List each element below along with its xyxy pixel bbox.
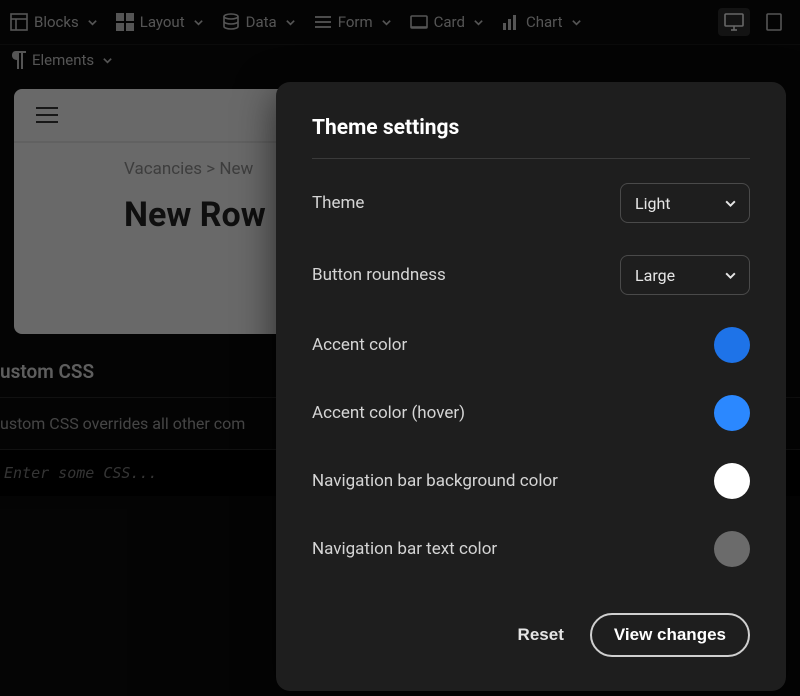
chart-icon: [502, 13, 520, 31]
chevron-down-icon: [473, 17, 484, 28]
nav-bg-row: Navigation bar background color: [312, 447, 750, 515]
toolbar-label: Elements: [32, 51, 94, 69]
desktop-icon: [724, 13, 744, 31]
toolbar-chart[interactable]: Chart: [502, 13, 582, 31]
roundness-label: Button roundness: [312, 265, 446, 285]
accent-hover-row: Accent color (hover): [312, 379, 750, 447]
toolbar-label: Form: [338, 13, 373, 31]
theme-select[interactable]: Light: [620, 183, 750, 223]
blocks-icon: [10, 13, 28, 31]
chevron-down-icon: [193, 17, 204, 28]
theme-select-value: Light: [635, 194, 671, 213]
chevron-down-icon: [724, 269, 737, 282]
toolbar-label: Card: [434, 13, 465, 31]
accent-label: Accent color: [312, 335, 407, 355]
accent-color-swatch[interactable]: [714, 327, 750, 363]
toolbar-row-2: Elements: [0, 45, 800, 79]
toolbar-layout[interactable]: Layout: [116, 13, 204, 31]
divider: [312, 158, 750, 159]
toolbar-label: Chart: [526, 13, 563, 31]
theme-settings-modal: Theme settings Theme Light Button roundn…: [276, 82, 786, 691]
chevron-down-icon: [381, 17, 392, 28]
database-icon: [222, 13, 240, 31]
modal-footer: Reset View changes: [312, 613, 750, 657]
hamburger-menu[interactable]: [36, 107, 58, 123]
accent-hover-label: Accent color (hover): [312, 403, 465, 423]
modal-title: Theme settings: [312, 116, 750, 140]
toolbar-card[interactable]: Card: [410, 13, 484, 31]
chevron-down-icon: [102, 55, 113, 66]
chevron-down-icon: [724, 197, 737, 210]
roundness-select-value: Large: [635, 266, 675, 285]
device-tablet-button[interactable]: [758, 8, 790, 36]
form-icon: [314, 13, 332, 31]
paragraph-icon: [10, 51, 26, 69]
theme-row: Theme Light: [312, 167, 750, 239]
nav-text-row: Navigation bar text color: [312, 515, 750, 583]
tablet-icon: [766, 13, 782, 31]
toolbar-row-1: Blocks Layout Data Form Card Chart: [0, 0, 800, 45]
nav-bg-label: Navigation bar background color: [312, 471, 558, 491]
accent-hover-color-swatch[interactable]: [714, 395, 750, 431]
nav-bg-color-swatch[interactable]: [714, 463, 750, 499]
toolbar-blocks[interactable]: Blocks: [10, 13, 98, 31]
toolbar-label: Layout: [140, 13, 185, 31]
theme-label: Theme: [312, 193, 364, 213]
toolbar-elements[interactable]: Elements: [10, 51, 113, 69]
reset-button[interactable]: Reset: [518, 625, 564, 645]
chevron-down-icon: [87, 17, 98, 28]
toolbar-form[interactable]: Form: [314, 13, 392, 31]
toolbar-label: Data: [246, 13, 277, 31]
chevron-down-icon: [571, 17, 582, 28]
toolbar-data[interactable]: Data: [222, 13, 296, 31]
chevron-down-icon: [285, 17, 296, 28]
accent-row: Accent color: [312, 311, 750, 379]
card-icon: [410, 13, 428, 31]
view-changes-button[interactable]: View changes: [590, 613, 750, 657]
roundness-select[interactable]: Large: [620, 255, 750, 295]
layout-icon: [116, 13, 134, 31]
toolbar-label: Blocks: [34, 13, 79, 31]
nav-text-label: Navigation bar text color: [312, 539, 497, 559]
roundness-row: Button roundness Large: [312, 239, 750, 311]
nav-text-color-swatch[interactable]: [714, 531, 750, 567]
device-desktop-button[interactable]: [718, 8, 750, 36]
